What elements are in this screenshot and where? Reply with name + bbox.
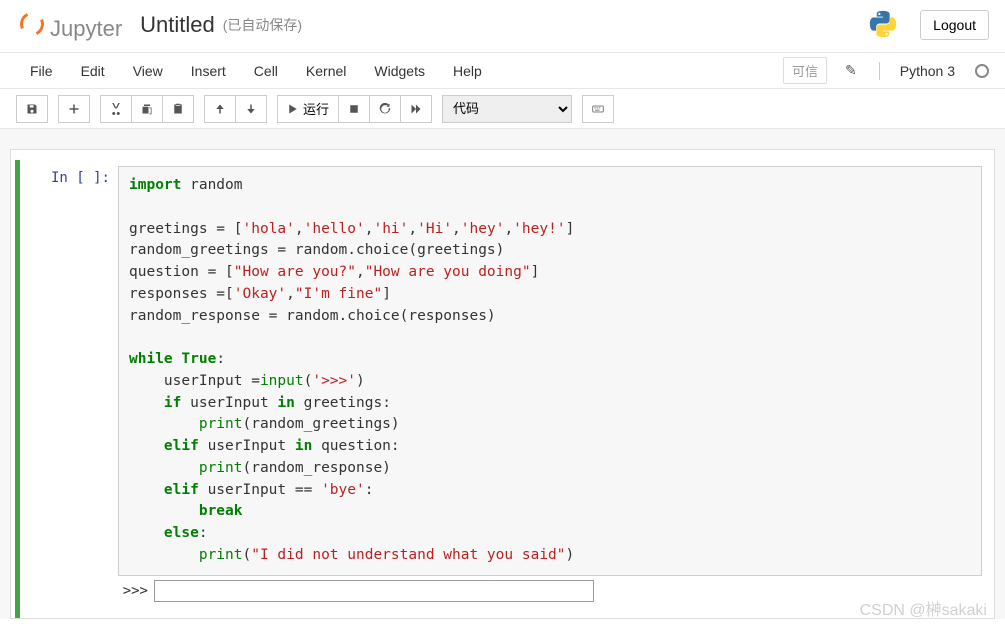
pencil-icon[interactable]: ✎ (839, 62, 863, 79)
stdin-input[interactable] (154, 580, 594, 602)
python-icon (868, 9, 898, 42)
menu-file[interactable]: File (16, 55, 67, 87)
logo-text: Jupyter (50, 16, 122, 42)
kernel-idle-icon (975, 64, 989, 78)
notebook-area: In [ ]: import random greetings = ['hola… (0, 129, 1005, 619)
code-cell[interactable]: In [ ]: import random greetings = ['hola… (15, 160, 990, 618)
divider (879, 62, 880, 80)
kernel-indicator-group: 可信 ✎ Python 3 (783, 57, 989, 84)
toolbar: 运行 代码 (0, 89, 1005, 129)
insert-cell-button[interactable] (58, 95, 90, 123)
interrupt-button[interactable] (339, 95, 370, 123)
code-editor[interactable]: import random greetings = ['hola','hello… (118, 166, 982, 576)
notebook-title[interactable]: Untitled (140, 12, 215, 38)
run-button[interactable]: 运行 (277, 95, 339, 123)
restart-run-all-button[interactable] (401, 95, 432, 123)
menu-edit[interactable]: Edit (67, 55, 119, 87)
copy-button[interactable] (132, 95, 163, 123)
logout-button[interactable]: Logout (920, 10, 989, 40)
cut-button[interactable] (100, 95, 132, 123)
menu-view[interactable]: View (119, 55, 177, 87)
autosave-status: (已自动保存) (223, 15, 302, 35)
logo[interactable]: Jupyter (16, 8, 122, 42)
move-down-button[interactable] (236, 95, 267, 123)
trusted-badge[interactable]: 可信 (783, 57, 827, 84)
command-palette-button[interactable] (582, 95, 614, 123)
move-up-button[interactable] (204, 95, 236, 123)
header-bar: Jupyter Untitled (已自动保存) Logout (0, 0, 1005, 53)
menu-cell[interactable]: Cell (240, 55, 292, 87)
menubar: FileEditViewInsertCellKernelWidgetsHelp … (0, 53, 1005, 89)
restart-button[interactable] (370, 95, 401, 123)
save-button[interactable] (16, 95, 48, 123)
cell-type-select[interactable]: 代码 (442, 95, 572, 123)
jupyter-logo-icon (16, 8, 44, 36)
menu-widgets[interactable]: Widgets (360, 55, 439, 87)
stdin-output: >>> (118, 576, 982, 612)
paste-button[interactable] (163, 95, 194, 123)
input-prompt: In [ ]: (28, 166, 118, 612)
menu-insert[interactable]: Insert (177, 55, 240, 87)
stdin-prompt: >>> (118, 583, 148, 599)
menu-help[interactable]: Help (439, 55, 496, 87)
notebook-container: In [ ]: import random greetings = ['hola… (10, 149, 995, 619)
kernel-name[interactable]: Python 3 (900, 63, 955, 79)
menu-kernel[interactable]: Kernel (292, 55, 360, 87)
run-label: 运行 (303, 99, 329, 118)
